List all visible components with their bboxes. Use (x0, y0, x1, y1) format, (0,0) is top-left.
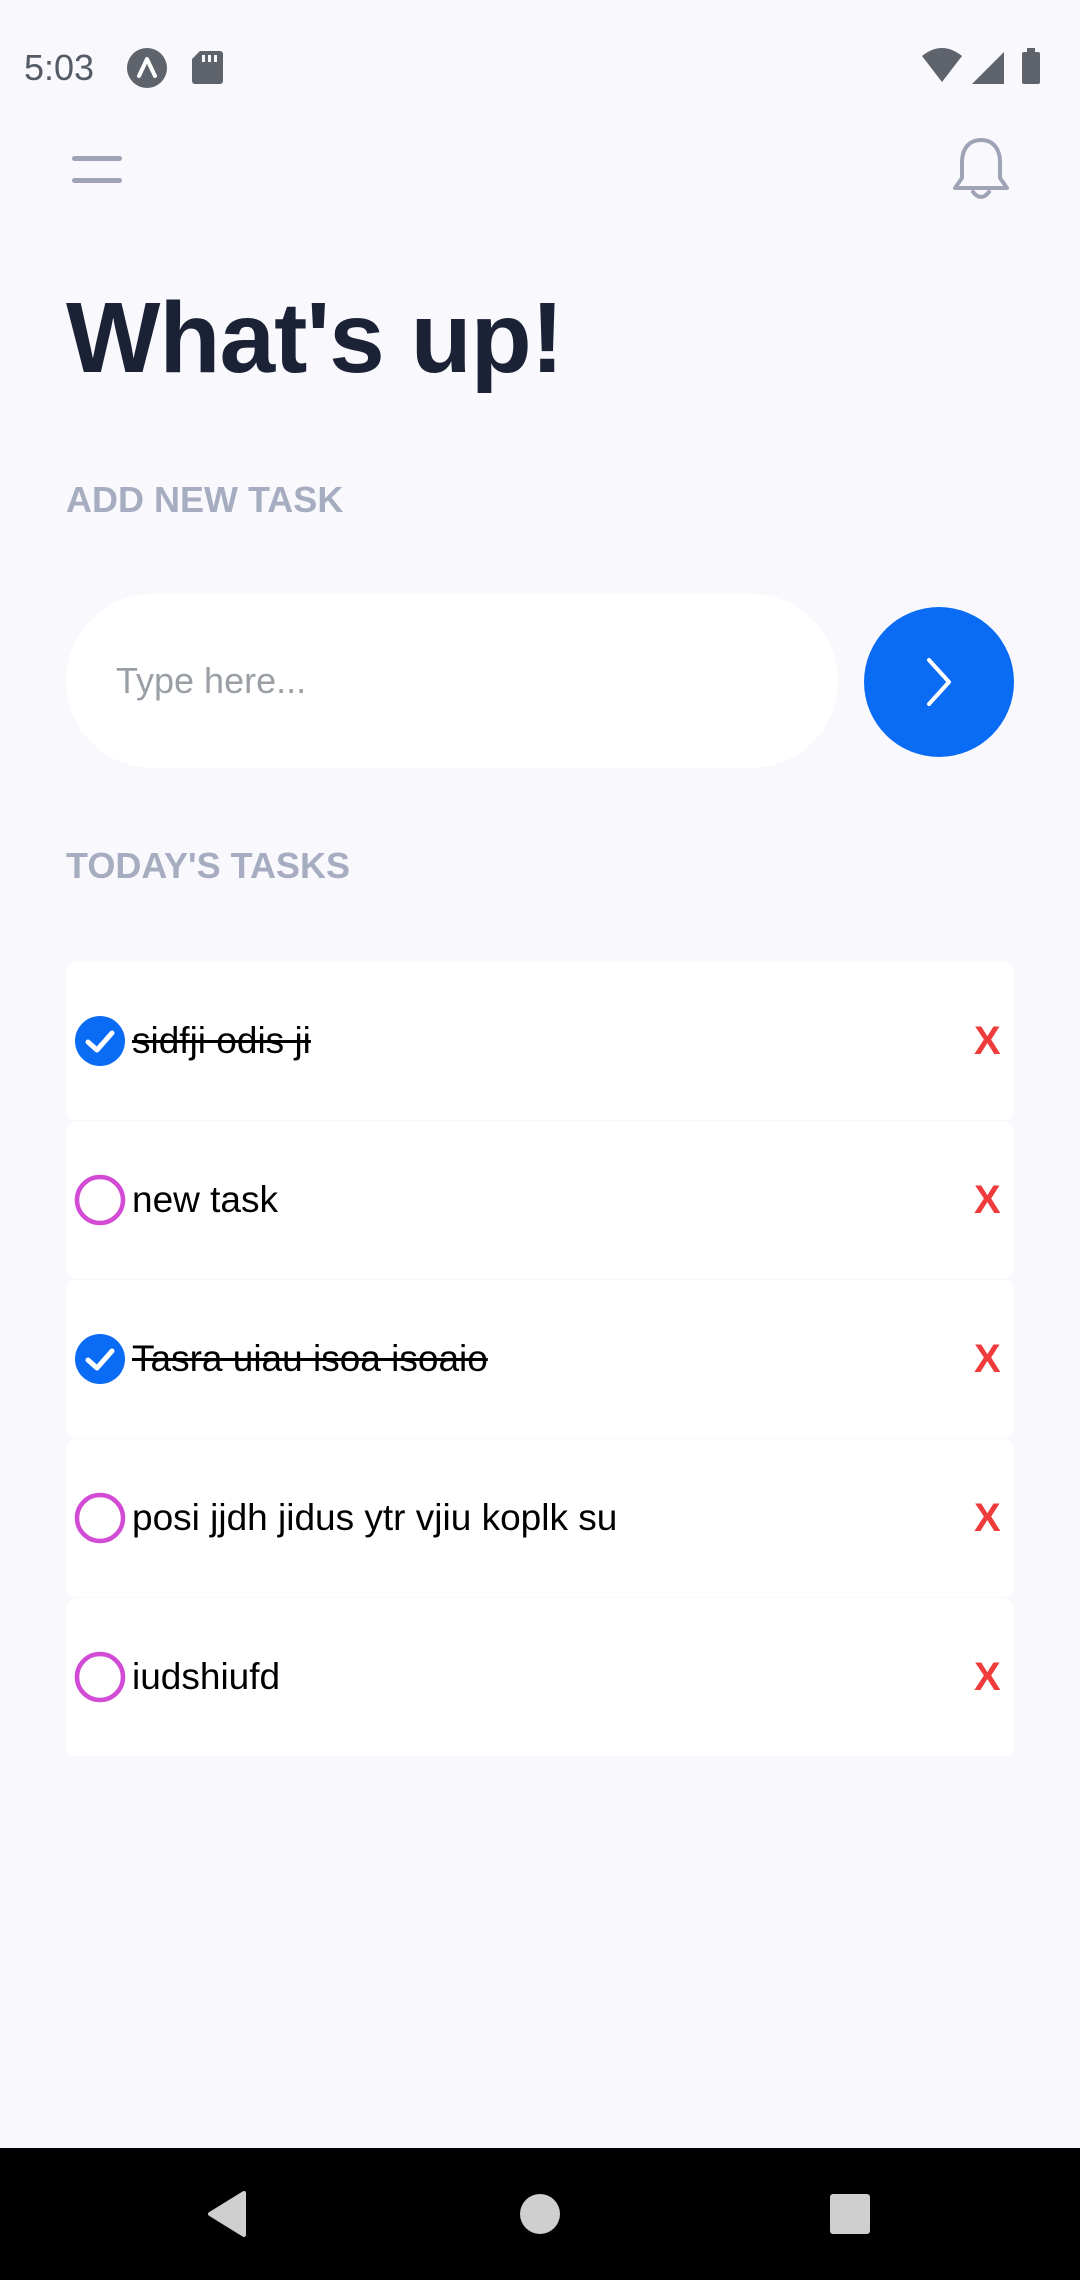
page-title: What's up! (66, 282, 564, 394)
task-text: Tasra uiau isoa isoaio (132, 1338, 488, 1379)
hamburger-menu-icon (72, 156, 122, 183)
delete-task-button[interactable]: X (974, 1014, 1014, 1068)
add-task-section-label: ADD NEW TASK (66, 479, 344, 520)
chevron-right-icon (927, 658, 951, 706)
unchecked-circle-icon[interactable] (73, 1650, 127, 1704)
delete-task-button[interactable]: X (974, 1491, 1014, 1545)
nav-back-button[interactable] (160, 2148, 292, 2280)
notifications-button[interactable] (950, 136, 1012, 204)
task-item: iudshiufd X (66, 1598, 1014, 1756)
task-text: sidfji odis ji (132, 1020, 311, 1061)
nav-home-button[interactable] (474, 2148, 606, 2280)
checked-circle-icon[interactable] (73, 1332, 127, 1386)
task-list: sidfji odis ji X new task X Tasra uiau i… (66, 962, 1014, 1757)
unchecked-circle-icon[interactable] (73, 1173, 127, 1227)
delete-task-button[interactable]: X (974, 1173, 1014, 1227)
task-text: posi jjdh jidus ytr vjiu koplk su (132, 1497, 618, 1538)
app-notification-icon (127, 48, 167, 88)
task-text: new task (132, 1179, 279, 1220)
todays-tasks-section-label: TODAY'S TASKS (66, 845, 350, 886)
checked-circle-icon[interactable] (73, 1014, 127, 1068)
new-task-input[interactable] (66, 594, 838, 768)
delete-task-button[interactable]: X (974, 1650, 1014, 1704)
home-icon (520, 2194, 560, 2234)
battery-icon (1022, 48, 1040, 84)
sd-card-icon (192, 51, 223, 84)
back-icon (208, 2191, 246, 2237)
recents-icon (830, 2194, 870, 2234)
task-item: new task X (66, 1121, 1014, 1279)
task-item: sidfji odis ji X (66, 962, 1014, 1120)
task-item: Tasra uiau isoa isoaio X (66, 1280, 1014, 1438)
unchecked-circle-icon[interactable] (73, 1491, 127, 1545)
nav-recents-button[interactable] (784, 2148, 916, 2280)
status-bar: 5:03 (0, 0, 1080, 130)
wifi-icon (922, 48, 962, 82)
add-task-button[interactable] (864, 607, 1014, 757)
status-time: 5:03 (24, 47, 95, 88)
delete-task-button[interactable]: X (974, 1332, 1014, 1386)
cell-signal-icon (972, 52, 1004, 84)
status-right-icons (922, 48, 1040, 84)
menu-button[interactable] (66, 146, 126, 196)
task-item: posi jjdh jidus ytr vjiu koplk su X (66, 1439, 1014, 1597)
system-nav-bar (0, 2148, 1080, 2280)
bell-icon (953, 138, 1009, 199)
task-text: iudshiufd (132, 1656, 281, 1697)
